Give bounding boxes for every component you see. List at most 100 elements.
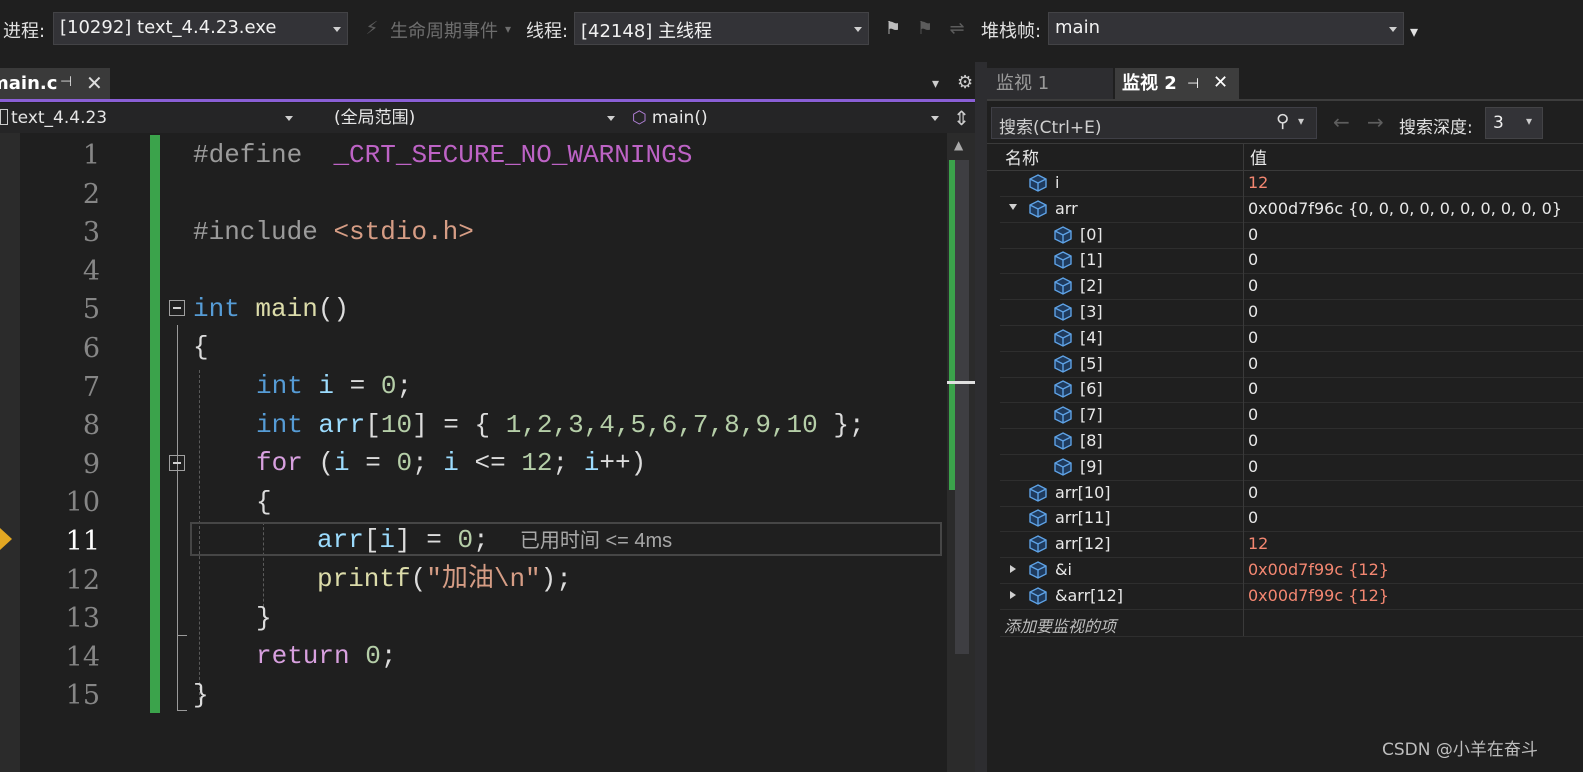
- watch-row[interactable]: [9] 0: [1000, 455, 1583, 481]
- watch-name[interactable]: [3]: [1080, 302, 1103, 321]
- watch-name[interactable]: [0]: [1080, 225, 1103, 244]
- process-dropdown[interactable]: [10292] text_4.4.23.exe: [53, 12, 348, 45]
- panel-splitter[interactable]: [975, 62, 987, 772]
- gear-icon[interactable]: ⚙: [957, 72, 973, 93]
- watch-value[interactable]: 12: [1248, 534, 1268, 553]
- watch-name[interactable]: &arr[12]: [1055, 586, 1123, 605]
- instruction-pointer-icon[interactable]: [0, 528, 12, 550]
- stackframe-dropdown[interactable]: main: [1048, 12, 1404, 45]
- switch-icon[interactable]: ⇌: [946, 18, 968, 40]
- code-line-15[interactable]: }: [193, 676, 209, 714]
- watch-row[interactable]: [5] 0: [1000, 352, 1583, 378]
- project-dropdown[interactable]: text_4.4.23: [0, 103, 300, 133]
- watch-name[interactable]: arr[10]: [1055, 483, 1111, 502]
- column-header-name[interactable]: 名称: [1005, 144, 1039, 170]
- search-depth-dropdown[interactable]: 3 ▾: [1485, 107, 1543, 139]
- watch-value[interactable]: 12: [1248, 173, 1268, 192]
- watch-name[interactable]: arr[12]: [1055, 534, 1111, 553]
- column-header-value[interactable]: 值: [1250, 144, 1267, 170]
- flag-icon[interactable]: ⚑: [882, 18, 904, 40]
- watch-row[interactable]: arr[10] 0: [1000, 481, 1583, 507]
- tab-list-icon[interactable]: ▾: [932, 76, 939, 92]
- watch-value[interactable]: 0: [1248, 483, 1258, 502]
- expand-icon[interactable]: [1010, 590, 1016, 599]
- watch-name[interactable]: [9]: [1080, 457, 1103, 476]
- watch-value[interactable]: 0x00d7f99c {12}: [1248, 560, 1389, 579]
- watch-row[interactable]: &arr[12] 0x00d7f99c {12}: [1000, 584, 1583, 610]
- add-watch-row[interactable]: 添加要监视的项: [1000, 611, 1583, 637]
- watch-name[interactable]: &i: [1055, 560, 1072, 579]
- lifecycle-events-button[interactable]: 生命周期事件: [390, 17, 498, 43]
- watch-name[interactable]: [7]: [1080, 405, 1103, 424]
- watch-row[interactable]: [3] 0: [1000, 300, 1583, 326]
- scroll-up-icon[interactable]: ▲: [954, 138, 963, 152]
- watch-row[interactable]: [6] 0: [1000, 377, 1583, 404]
- code-line-3[interactable]: #include <stdio.h>: [193, 213, 474, 251]
- watch-row[interactable]: [1] 0: [1000, 248, 1583, 275]
- watch-value[interactable]: 0: [1248, 328, 1258, 347]
- watch-value[interactable]: 0: [1248, 250, 1258, 269]
- watch-value[interactable]: 0: [1248, 457, 1258, 476]
- watch-name[interactable]: [6]: [1080, 379, 1103, 398]
- watch-value[interactable]: 0x00d7f96c {0, 0, 0, 0, 0, 0, 0, 0, 0, 0…: [1248, 199, 1562, 218]
- close-icon[interactable]: ✕: [86, 71, 103, 95]
- watch-value[interactable]: 0: [1248, 379, 1258, 398]
- thread-flag-icon[interactable]: ⚑: [914, 18, 936, 40]
- watch-search-input[interactable]: 搜索(Ctrl+E) ⚲ ▾: [991, 107, 1317, 139]
- expand-icon[interactable]: [1010, 565, 1016, 573]
- watch-row[interactable]: arr[12] 12: [1000, 532, 1583, 559]
- watch-name[interactable]: arr: [1055, 199, 1078, 218]
- split-icon[interactable]: ⇕: [953, 106, 970, 130]
- watch-row[interactable]: &i 0x00d7f99c {12}: [1000, 558, 1583, 584]
- code-line-12[interactable]: printf("加油\n");: [317, 560, 572, 598]
- pin-icon[interactable]: ⊣: [1187, 68, 1199, 100]
- scrollbar-thumb[interactable]: [955, 160, 969, 654]
- watch-name[interactable]: [1]: [1080, 250, 1103, 269]
- add-watch-placeholder[interactable]: 添加要监视的项: [1004, 613, 1116, 637]
- code-line-9[interactable]: for (i = 0; i <= 12; i++): [256, 444, 646, 482]
- watch-row[interactable]: arr 0x00d7f96c {0, 0, 0, 0, 0, 0, 0, 0, 0…: [1000, 197, 1583, 223]
- watch-name[interactable]: [8]: [1080, 431, 1103, 450]
- watch-row[interactable]: [4] 0: [1000, 326, 1583, 352]
- code-line-1[interactable]: #define _CRT_SECURE_NO_WARNINGS: [193, 136, 692, 174]
- code-line-8[interactable]: int arr[10] = { 1,2,3,4,5,6,7,8,9,10 };: [256, 406, 865, 444]
- toolbar-overflow-icon[interactable]: ▾: [1410, 22, 1418, 41]
- watch-value[interactable]: 0: [1248, 225, 1258, 244]
- watch-name[interactable]: [4]: [1080, 328, 1103, 347]
- watch-value[interactable]: 0: [1248, 276, 1258, 295]
- code-line-5[interactable]: int main(): [193, 290, 349, 328]
- code-line-10[interactable]: {: [256, 483, 272, 521]
- code-line-11[interactable]: arr[i] = 0; 已用时间 <= 4ms: [317, 521, 672, 559]
- watch-value[interactable]: 0: [1248, 508, 1258, 527]
- watch-row[interactable]: i 12: [1000, 171, 1583, 197]
- chevron-down-icon[interactable]: ▾: [1298, 114, 1304, 128]
- indicator-margin[interactable]: [0, 133, 20, 772]
- close-icon[interactable]: ✕: [1213, 67, 1228, 99]
- watch-value[interactable]: 0: [1248, 405, 1258, 424]
- watch-row[interactable]: [8] 0: [1000, 429, 1583, 455]
- watch-value[interactable]: 0: [1248, 354, 1258, 373]
- thread-dropdown[interactable]: [42148] 主线程: [574, 12, 869, 45]
- watch-value[interactable]: 0: [1248, 302, 1258, 321]
- collapse-main-icon[interactable]: [169, 300, 185, 316]
- code-line-14[interactable]: return 0;: [256, 637, 396, 675]
- function-dropdown[interactable]: ⬡ main(): [632, 103, 932, 133]
- column-divider[interactable]: [1243, 144, 1244, 636]
- watch-row[interactable]: [0] 0: [1000, 223, 1583, 249]
- tab-watch-1[interactable]: 监视 1: [987, 68, 1113, 100]
- watch-name[interactable]: [5]: [1080, 354, 1103, 373]
- collapse-icon[interactable]: [1009, 203, 1017, 210]
- watch-name[interactable]: i: [1055, 173, 1059, 192]
- scope-dropdown[interactable]: (全局范围): [334, 103, 624, 133]
- search-previous-icon[interactable]: ←: [1333, 110, 1350, 134]
- collapse-for-icon[interactable]: [169, 455, 185, 471]
- watch-name[interactable]: [2]: [1080, 276, 1103, 295]
- watch-row[interactable]: arr[11] 0: [1000, 506, 1583, 533]
- pin-icon[interactable]: ⊣: [60, 74, 72, 90]
- search-icon[interactable]: ⚲: [1276, 111, 1289, 132]
- watch-row[interactable]: [7] 0: [1000, 403, 1583, 430]
- tab-main-c[interactable]: main.c ⊣ ✕: [0, 68, 110, 100]
- watch-row[interactable]: [2] 0: [1000, 274, 1583, 301]
- watch-value[interactable]: 0x00d7f99c {12}: [1248, 586, 1389, 605]
- lifecycle-dropdown-icon[interactable]: ▾: [505, 22, 511, 36]
